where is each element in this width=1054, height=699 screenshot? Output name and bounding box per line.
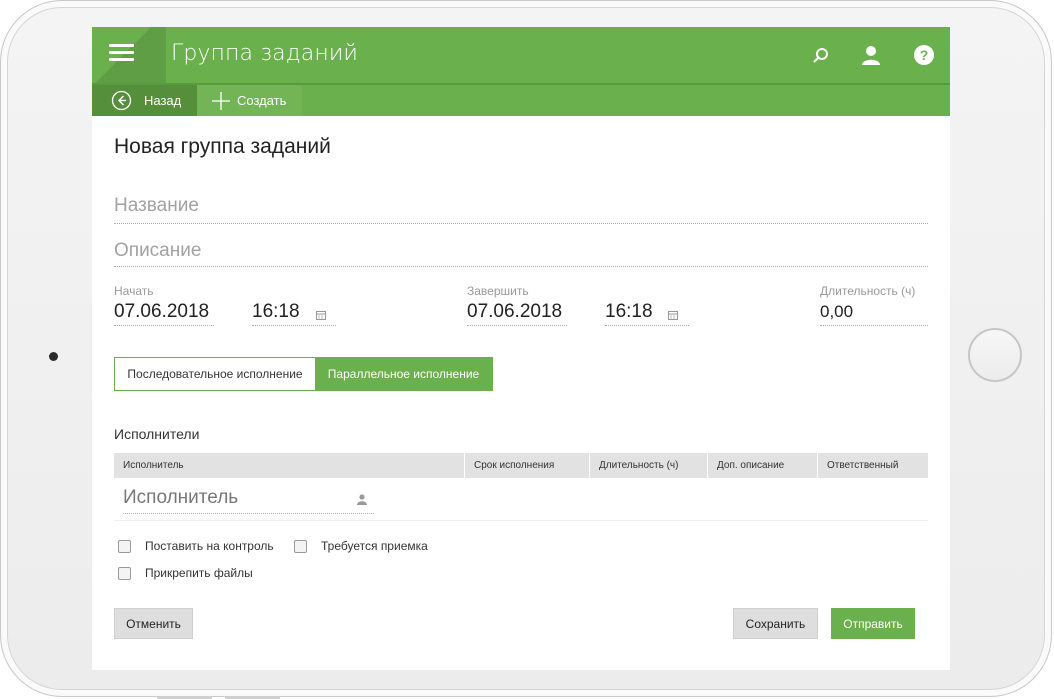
page-title: Новая группа заданий [114,135,331,158]
column-header: Ответственный [817,453,928,478]
checkbox-box[interactable] [118,566,131,580]
checkbox-box[interactable] [294,539,307,553]
duration-value[interactable]: 0,00 [820,302,853,322]
name-input[interactable] [114,195,928,217]
duration-underline [820,325,928,326]
end-date-underline [467,325,567,326]
end-date-value[interactable]: 07.06.2018 [467,301,562,323]
create-button[interactable]: Создать [197,85,302,116]
column-header: Длительность (ч) [589,453,707,478]
attach-files-checkbox[interactable]: Прикрепить файлы [118,566,253,580]
menu-icon[interactable] [92,27,166,83]
parallel-mode-button[interactable]: Параллельное исполнение [315,358,492,390]
column-header: Доп. описание [707,453,817,478]
cancel-button[interactable]: Отменить [114,608,193,639]
svg-text:?: ? [920,47,929,63]
person-icon[interactable] [357,494,367,505]
start-label: Начать [114,284,154,298]
start-date-value[interactable]: 07.06.2018 [114,301,209,323]
end-label: Завершить [467,284,529,298]
action-toolbar: Назад Создать [92,83,950,116]
column-header: Срок исполнения [464,453,589,478]
calendar-icon[interactable] [668,307,678,320]
back-arrow-icon [111,90,132,111]
plus-icon [211,91,231,111]
search-icon[interactable] [809,43,833,67]
checkbox-box[interactable] [118,539,131,553]
duration-label: Длительность (ч) [820,284,916,298]
description-input[interactable] [114,240,928,262]
table-row-divider [114,520,928,521]
help-icon[interactable]: ? [912,43,936,67]
back-label: Назад [144,93,182,108]
start-time-value[interactable]: 16:18 [252,301,300,323]
start-date-underline [114,325,214,326]
save-button[interactable]: Сохранить [733,608,818,639]
app-header: Группа заданий ? [92,27,950,83]
name-field[interactable] [114,195,928,224]
executors-table-header: Исполнитель Срок исполнения Длительность… [114,453,928,478]
end-time-underline [605,325,689,326]
back-button[interactable]: Назад [92,85,197,116]
calendar-icon[interactable] [316,307,326,320]
executor-field[interactable] [123,487,374,514]
execution-mode-toggle: Последовательное исполнение Параллельное… [114,357,493,391]
sequential-mode-button[interactable]: Последовательное исполнение [115,358,315,390]
home-button[interactable] [968,328,1022,382]
start-time-underline [252,325,336,326]
executor-input[interactable] [123,487,343,509]
control-checkbox[interactable]: Поставить на контроль [118,539,274,553]
description-field[interactable] [114,240,928,267]
app-screen: Группа заданий ? Назад Создать Новая гру… [92,27,950,670]
executors-title: Исполнители [114,426,200,442]
app-title: Группа заданий [171,41,359,66]
send-button[interactable]: Отправить [831,608,915,639]
acceptance-checkbox-label: Требуется приемка [321,539,428,553]
create-label: Создать [237,93,287,108]
control-checkbox-label: Поставить на контроль [145,539,274,553]
attach-files-checkbox-label: Прикрепить файлы [145,566,253,580]
acceptance-checkbox[interactable]: Требуется приемка [294,539,428,553]
end-time-value[interactable]: 16:18 [605,301,653,323]
user-icon[interactable] [859,43,883,67]
column-header: Исполнитель [123,460,184,471]
front-camera [49,352,58,361]
